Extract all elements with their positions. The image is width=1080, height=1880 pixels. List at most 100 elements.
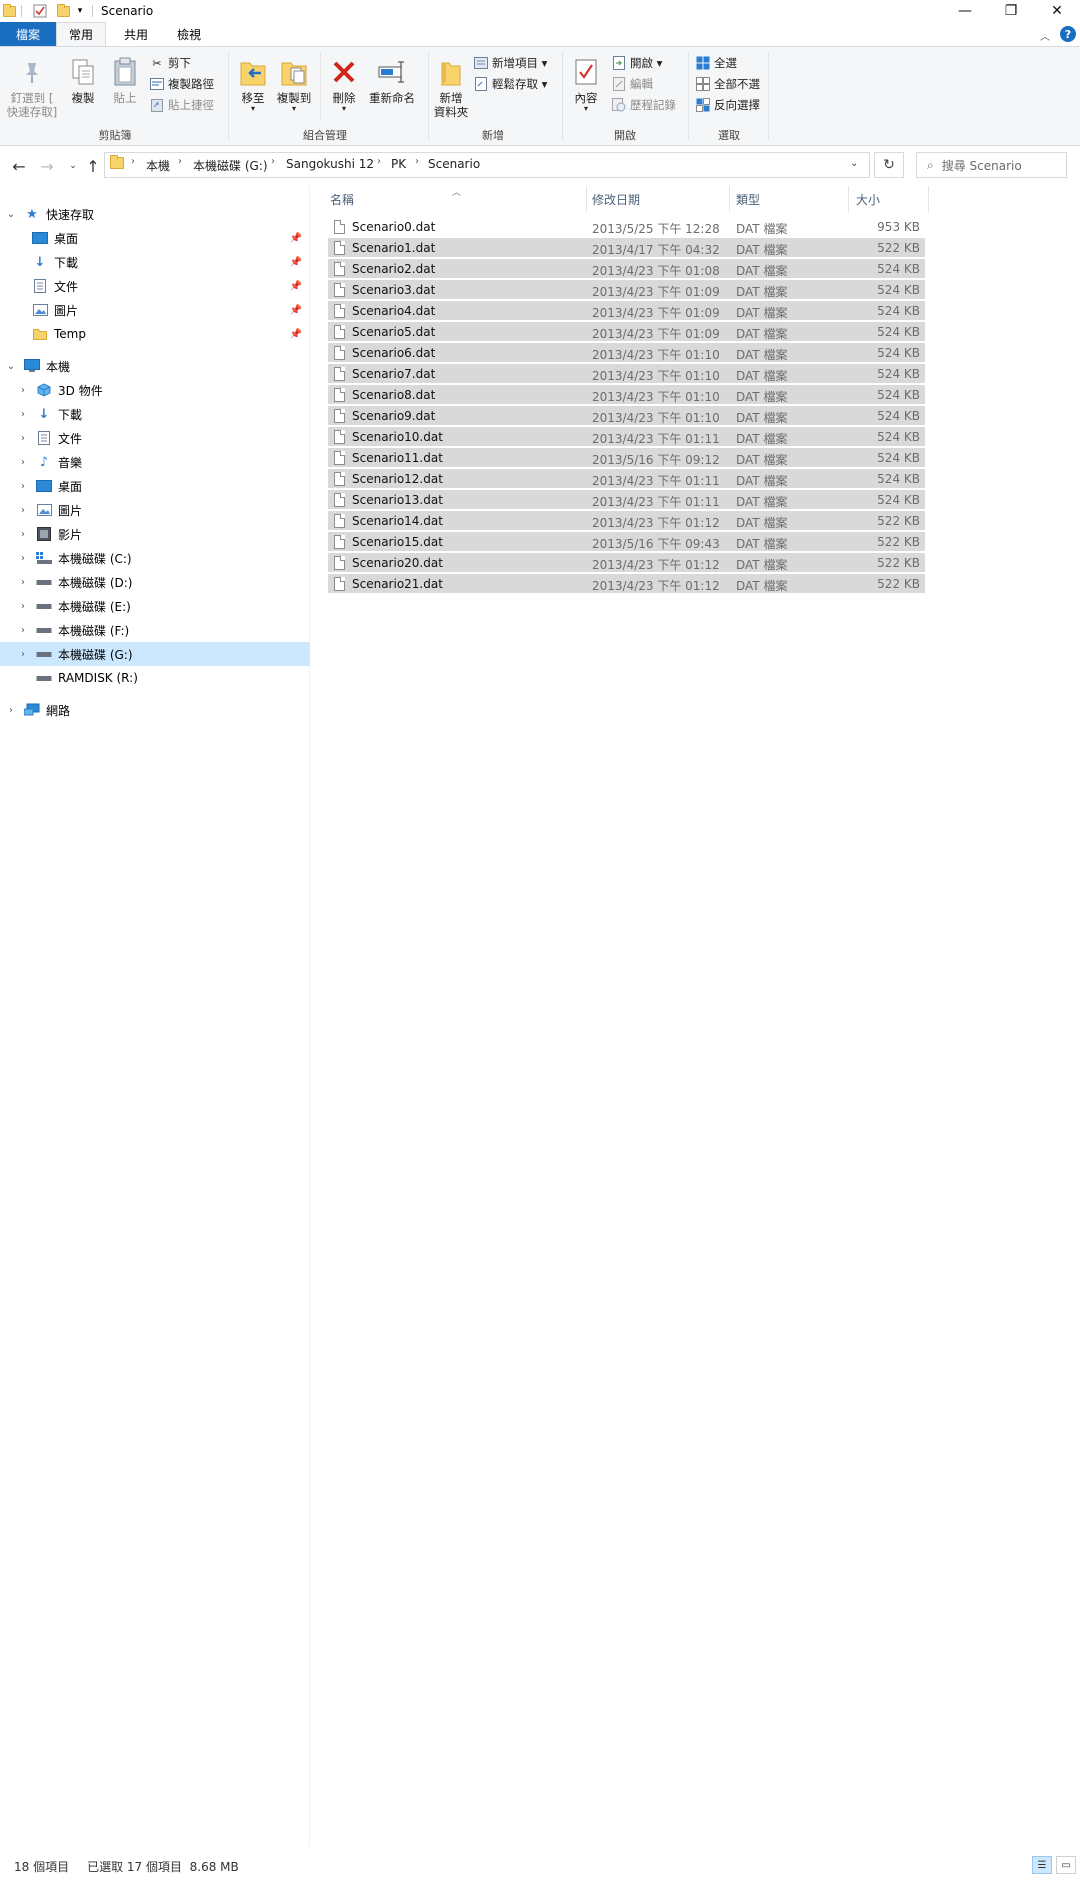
nav-pc-downloads[interactable]: › ↓ 下載 bbox=[0, 402, 310, 426]
pin-icon[interactable]: 📌 bbox=[290, 329, 302, 340]
table-row[interactable]: Scenario5.dat 2013/4/23 下午 01:09 DAT 檔案 524… bbox=[328, 322, 925, 342]
column-header-size[interactable]: 大小 bbox=[856, 190, 926, 208]
copy-to-button[interactable]: 複製到 ▾ bbox=[274, 56, 314, 113]
table-row[interactable]: Scenario7.dat 2013/4/23 下午 01:10 DAT 檔案 524… bbox=[328, 364, 925, 384]
table-row[interactable]: Scenario4.dat 2013/4/23 下午 01:09 DAT 檔案 524… bbox=[328, 301, 925, 321]
nav-this-pc[interactable]: ⌄ 本機 bbox=[0, 354, 310, 378]
up-arrow-icon[interactable]: ↑ bbox=[82, 156, 104, 176]
pin-icon[interactable]: 📌 bbox=[290, 305, 302, 316]
column-header-type[interactable]: 類型 bbox=[736, 190, 846, 208]
forward-arrow-icon[interactable]: → bbox=[36, 156, 58, 176]
collapsed-chevron-icon[interactable]: › bbox=[16, 433, 30, 444]
table-row[interactable]: Scenario11.dat 2013/5/16 下午 09:12 DAT 檔案 52… bbox=[328, 448, 925, 468]
table-row[interactable]: Scenario9.dat 2013/4/23 下午 01:10 DAT 檔案 524… bbox=[328, 406, 925, 426]
table-row[interactable]: Scenario3.dat 2013/4/23 下午 01:09 DAT 檔案 524… bbox=[328, 280, 925, 300]
table-row[interactable]: Scenario13.dat 2013/4/23 下午 01:11 DAT 檔案 52… bbox=[328, 490, 925, 510]
collapsed-chevron-icon[interactable]: › bbox=[4, 705, 18, 716]
column-separator[interactable] bbox=[928, 186, 929, 212]
nav-pc-drive-f[interactable]: › 本機磁碟 (F:) bbox=[0, 618, 310, 642]
collapsed-chevron-icon[interactable]: › bbox=[16, 577, 30, 588]
address-history-chevron-icon[interactable]: ⌄ bbox=[850, 158, 858, 169]
recent-locations-chevron-icon[interactable]: ⌄ bbox=[62, 156, 84, 176]
collapsed-chevron-icon[interactable]: › bbox=[16, 553, 30, 564]
breadcrumb-sangokushi[interactable]: Sangokushi 12 bbox=[286, 157, 374, 171]
new-item-button[interactable]: 新增項目 ▾ bbox=[474, 54, 547, 72]
help-icon[interactable]: ? bbox=[1060, 26, 1076, 42]
breadcrumb-drive-g[interactable]: 本機磁碟 (G:) bbox=[193, 157, 268, 174]
pin-icon[interactable]: 📌 bbox=[290, 281, 302, 292]
minimize-button[interactable]: — bbox=[942, 0, 988, 22]
table-row[interactable]: Scenario8.dat 2013/4/23 下午 01:10 DAT 檔案 524… bbox=[328, 385, 925, 405]
edit-button[interactable]: 編輯 bbox=[612, 75, 653, 93]
column-separator[interactable] bbox=[848, 186, 849, 212]
nav-pc-music[interactable]: › ♪ 音樂 bbox=[0, 450, 310, 474]
collapsed-chevron-icon[interactable]: › bbox=[16, 601, 30, 612]
nav-network[interactable]: › 網路 bbox=[0, 698, 310, 722]
nav-pc-documents[interactable]: › 文件 bbox=[0, 426, 310, 450]
tab-home[interactable]: 常用 bbox=[56, 22, 106, 46]
breadcrumb-separator-icon[interactable]: › bbox=[271, 156, 275, 167]
column-separator[interactable] bbox=[586, 186, 587, 212]
pin-icon[interactable]: 📌 bbox=[290, 233, 302, 244]
cut-button[interactable]: ✂ 剪下 bbox=[150, 54, 191, 72]
nav-quick-access[interactable]: ⌄ ★ 快速存取 bbox=[0, 202, 310, 226]
search-input[interactable]: 搜尋 Scenario bbox=[942, 157, 1022, 174]
table-row[interactable]: Scenario2.dat 2013/4/23 下午 01:08 DAT 檔案 524… bbox=[328, 259, 925, 279]
expanded-chevron-icon[interactable]: ⌄ bbox=[4, 361, 18, 372]
large-icons-view-button[interactable]: ▭ bbox=[1056, 1856, 1076, 1874]
details-view-button[interactable]: ☰ bbox=[1032, 1856, 1052, 1874]
nav-quick-temp[interactable]: Temp 📌 bbox=[0, 322, 310, 346]
copy-button[interactable]: 複製 bbox=[64, 56, 102, 105]
column-header-date[interactable]: 修改日期 bbox=[592, 190, 728, 208]
breadcrumb-separator-icon[interactable]: › bbox=[178, 156, 182, 167]
table-row[interactable]: Scenario14.dat 2013/4/23 下午 01:12 DAT 檔案 52… bbox=[328, 511, 925, 531]
collapsed-chevron-icon[interactable]: › bbox=[16, 649, 30, 660]
copy-path-button[interactable]: 複製路徑 bbox=[150, 75, 214, 93]
nav-pc-desktop[interactable]: › 桌面 bbox=[0, 474, 310, 498]
collapsed-chevron-icon[interactable]: › bbox=[16, 385, 30, 396]
back-arrow-icon[interactable]: ← bbox=[8, 156, 30, 176]
invert-selection-button[interactable]: 反向選擇 bbox=[696, 96, 760, 114]
table-row[interactable]: Scenario21.dat 2013/4/23 下午 01:12 DAT 檔案 52… bbox=[328, 574, 925, 594]
rename-button[interactable]: 重新命名 bbox=[364, 56, 420, 105]
nav-pc-3d-objects[interactable]: › 3D 物件 bbox=[0, 378, 310, 402]
refresh-button[interactable]: ↻ bbox=[874, 152, 904, 178]
table-row[interactable]: Scenario20.dat 2013/4/23 下午 01:12 DAT 檔案 52… bbox=[328, 553, 925, 573]
new-folder-icon[interactable] bbox=[56, 3, 70, 19]
nav-pc-drive-c[interactable]: › 本機磁碟 (C:) bbox=[0, 546, 310, 570]
collapsed-chevron-icon[interactable]: › bbox=[16, 457, 30, 468]
table-row[interactable]: Scenario15.dat 2013/5/16 下午 09:43 DAT 檔案 52… bbox=[328, 532, 925, 552]
delete-button[interactable]: 刪除 ▾ bbox=[326, 56, 362, 113]
breadcrumb-separator-icon[interactable]: › bbox=[415, 156, 419, 167]
properties-check-icon[interactable] bbox=[32, 3, 48, 19]
move-to-button[interactable]: 移至 ▾ bbox=[234, 56, 272, 113]
easy-access-button[interactable]: 輕鬆存取 ▾ bbox=[474, 75, 547, 93]
table-row[interactable]: Scenario12.dat 2013/4/23 下午 01:11 DAT 檔案 52… bbox=[328, 469, 925, 489]
table-row[interactable]: Scenario0.dat 2013/5/25 下午 12:28 DAT 檔案 953… bbox=[328, 217, 925, 237]
pin-icon[interactable]: 📌 bbox=[290, 257, 302, 268]
pin-quick-access-button[interactable]: 釘選到 [ 快速存取] bbox=[6, 56, 58, 119]
nav-pc-pictures[interactable]: › 圖片 bbox=[0, 498, 310, 522]
close-button[interactable]: ✕ bbox=[1034, 0, 1080, 22]
tab-share[interactable]: 共用 bbox=[108, 22, 164, 46]
collapse-ribbon-icon[interactable]: ︿ bbox=[1040, 28, 1050, 43]
tab-file[interactable]: 檔案 bbox=[0, 22, 56, 46]
paste-shortcut-button[interactable]: 貼上捷徑 bbox=[150, 96, 214, 114]
open-button[interactable]: 開啟 ▾ bbox=[612, 54, 662, 72]
nav-quick-documents[interactable]: 文件 📌 bbox=[0, 274, 310, 298]
properties-button[interactable]: 內容 ▾ bbox=[568, 56, 604, 113]
table-row[interactable]: Scenario6.dat 2013/4/23 下午 01:10 DAT 檔案 524… bbox=[328, 343, 925, 363]
nav-pc-ramdisk[interactable]: RAMDISK (R:) bbox=[0, 666, 310, 690]
nav-quick-downloads[interactable]: ↓ 下載 📌 bbox=[0, 250, 310, 274]
paste-button[interactable]: 貼上 bbox=[106, 56, 144, 105]
table-row[interactable]: Scenario10.dat 2013/4/23 下午 01:11 DAT 檔案 52… bbox=[328, 427, 925, 447]
nav-pc-drive-d[interactable]: › 本機磁碟 (D:) bbox=[0, 570, 310, 594]
nav-pc-drive-e[interactable]: › 本機磁碟 (E:) bbox=[0, 594, 310, 618]
select-none-button[interactable]: 全部不選 bbox=[696, 75, 760, 93]
column-header-name[interactable]: 名稱 bbox=[330, 190, 584, 208]
column-separator[interactable] bbox=[729, 186, 730, 212]
collapsed-chevron-icon[interactable]: › bbox=[16, 409, 30, 420]
search-box[interactable]: ⌕ 搜尋 Scenario bbox=[916, 152, 1067, 178]
tab-view[interactable]: 檢視 bbox=[164, 22, 214, 46]
collapsed-chevron-icon[interactable]: › bbox=[16, 481, 30, 492]
